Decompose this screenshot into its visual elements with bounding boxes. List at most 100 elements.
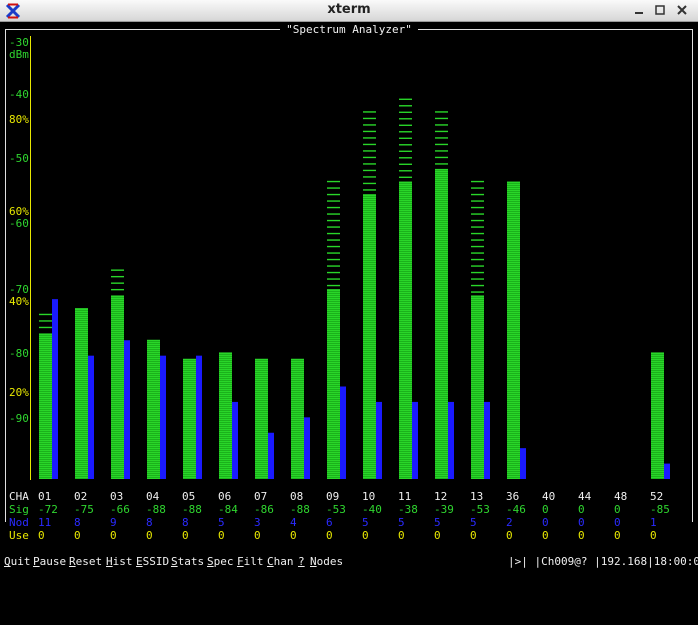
- dbm-label: -40: [9, 88, 29, 101]
- menu-hotkey: N: [310, 555, 317, 568]
- sig-cell: -39: [434, 503, 454, 516]
- channel-cell: 05: [182, 490, 196, 503]
- sig-cell: -53: [470, 503, 490, 516]
- menu-label-rest: pec: [213, 555, 234, 568]
- menu-item-reset[interactable]: Reset: [69, 555, 102, 569]
- nodes-bar: [268, 432, 274, 479]
- row-label-nod: Nod: [9, 516, 29, 529]
- pct-label: 20%: [9, 386, 29, 399]
- nodes-bar: [520, 448, 526, 479]
- nodes-bar: [340, 386, 346, 479]
- nodes-bar: [304, 417, 310, 479]
- signal-bar: [399, 181, 412, 480]
- row-label-use: Use: [9, 529, 29, 542]
- nodes-bar: [196, 355, 202, 479]
- channel-cell: 07: [254, 490, 268, 503]
- pct-label: 40%: [9, 295, 29, 308]
- nod-cell: 5: [362, 516, 369, 529]
- menu-label-rest: eset: [75, 555, 103, 568]
- use-cell: 0: [254, 529, 261, 542]
- sig-cell: 0: [578, 503, 585, 516]
- menu-bar: Quit Pause Reset Hist ESSID Stats Spec Filt Chan…: [0, 555, 698, 569]
- channel-cell: 08: [290, 490, 304, 503]
- sig-cell: -72: [38, 503, 58, 516]
- menu-item-filt[interactable]: Filt: [237, 555, 264, 569]
- nod-cell: 8: [182, 516, 189, 529]
- row-label-cha: CHA: [9, 490, 29, 503]
- menu-item-pause[interactable]: Pause: [33, 555, 66, 569]
- channel-cell: 13: [470, 490, 484, 503]
- menu-item-nodes[interactable]: Nodes: [310, 555, 343, 569]
- nod-cell: 11: [38, 516, 52, 529]
- nod-cell: 9: [110, 516, 117, 529]
- menu-hotkey: ?: [298, 555, 305, 568]
- signal-bar: [219, 352, 232, 479]
- menu-label-rest: uit: [10, 555, 31, 568]
- sig-cell: -88: [290, 503, 310, 516]
- title-bar[interactable]: xterm: [0, 0, 698, 22]
- menu-hotkey: P: [33, 555, 40, 568]
- menu-item-essid[interactable]: ESSID: [136, 555, 169, 569]
- menu-hotkey: Q: [4, 555, 11, 568]
- sig-cell: 0: [542, 503, 549, 516]
- menu-hotkey: R: [69, 555, 76, 568]
- nod-cell: 0: [614, 516, 621, 529]
- use-cell: 0: [398, 529, 405, 542]
- nod-cell: 8: [74, 516, 81, 529]
- nod-cell: 1: [650, 516, 657, 529]
- nod-cell: 5: [398, 516, 405, 529]
- menu-item-quit[interactable]: Quit: [4, 555, 31, 569]
- nod-cell: 8: [146, 516, 153, 529]
- nod-cell: 5: [434, 516, 441, 529]
- menu-item-stats[interactable]: Stats: [171, 555, 204, 569]
- use-cell: 0: [650, 529, 657, 542]
- sig-cell: -88: [182, 503, 202, 516]
- channel-cell: 40: [542, 490, 556, 503]
- signal-bar: [651, 352, 664, 479]
- nod-cell: 5: [218, 516, 225, 529]
- use-cell: 0: [182, 529, 189, 542]
- menu-item-chan[interactable]: Chan: [267, 555, 294, 569]
- spectrum-chart: [39, 98, 670, 480]
- menu-hotkey: C: [267, 555, 274, 568]
- sig-cell: -66: [110, 503, 130, 516]
- nodes-bar: [160, 355, 166, 479]
- channel-cell: 09: [326, 490, 340, 503]
- channel-cell: 04: [146, 490, 160, 503]
- nod-cell: 5: [470, 516, 477, 529]
- sig-cell: -75: [74, 503, 94, 516]
- sig-cell: -86: [254, 503, 274, 516]
- channel-cell: 06: [218, 490, 232, 503]
- sig-cell: -53: [326, 503, 346, 516]
- menu-label-rest: odes: [316, 555, 344, 568]
- use-cell: 0: [362, 529, 369, 542]
- nodes-bar: [412, 401, 418, 479]
- nod-cell: 4: [290, 516, 297, 529]
- nod-cell: 3: [254, 516, 261, 529]
- terminal-area[interactable]: "Spectrum Analyzer" -30 dBm -40 80% -50 …: [0, 22, 698, 573]
- menu-label-rest: tats: [177, 555, 205, 568]
- signal-bar: [507, 181, 520, 480]
- nod-cell: 0: [578, 516, 585, 529]
- close-icon[interactable]: [675, 3, 689, 17]
- use-cell: 0: [38, 529, 45, 542]
- nodes-bar: [124, 340, 130, 479]
- menu-item-hist[interactable]: Hist: [106, 555, 133, 569]
- menu-item-spec[interactable]: Spec: [207, 555, 234, 569]
- nod-cell: 0: [542, 516, 549, 529]
- menu-label-rest: SSID: [142, 555, 170, 568]
- nodes-bar: [484, 401, 490, 479]
- use-cell: 0: [218, 529, 225, 542]
- channel-cell: 52: [650, 490, 664, 503]
- use-cell: 0: [506, 529, 513, 542]
- nodes-bar: [88, 355, 94, 479]
- channel-cell: 36: [506, 490, 520, 503]
- sig-cell: -40: [362, 503, 382, 516]
- menu-label-rest: ist: [112, 555, 133, 568]
- minimize-icon[interactable]: [632, 3, 646, 17]
- use-cell: 0: [614, 529, 621, 542]
- maximize-icon[interactable]: [653, 3, 667, 17]
- use-cell: 0: [146, 529, 153, 542]
- use-cell: 0: [290, 529, 297, 542]
- menu-item-help[interactable]: ?: [298, 555, 305, 569]
